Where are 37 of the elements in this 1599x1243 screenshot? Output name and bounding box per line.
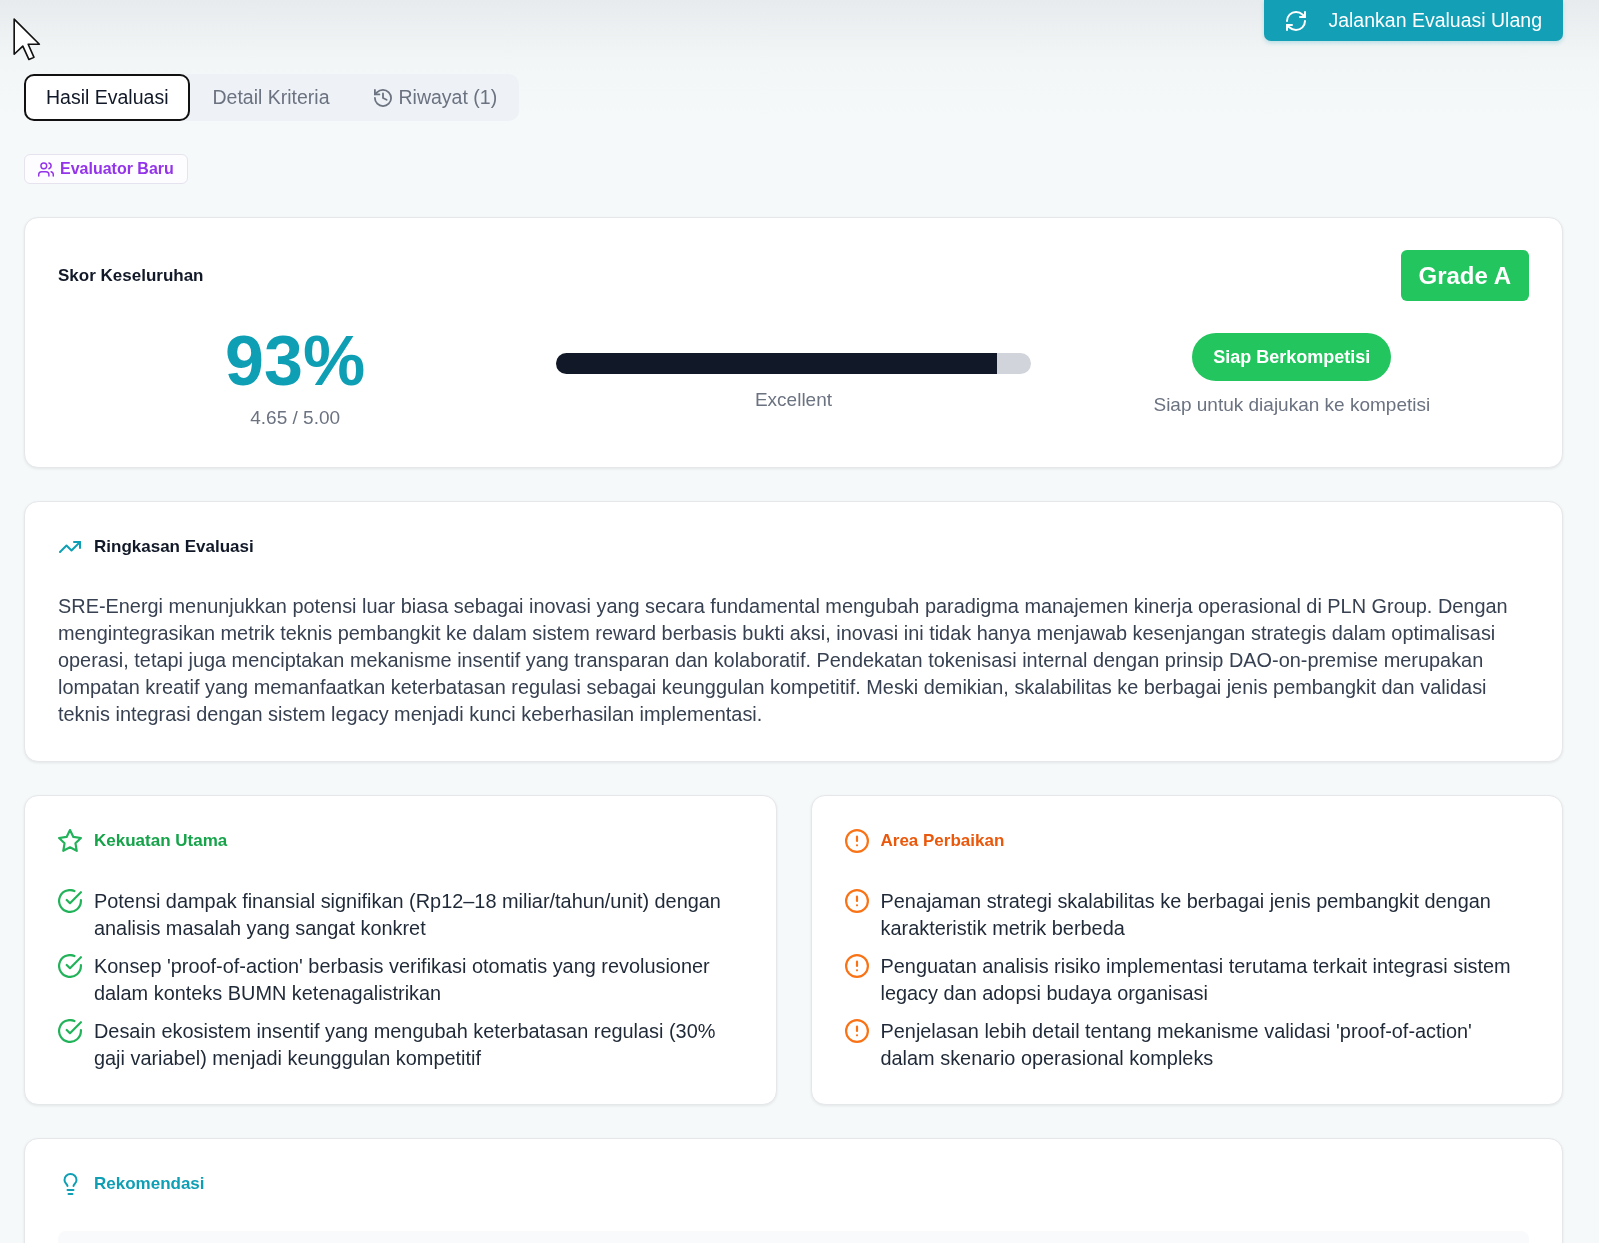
improvement-text: Penguatan analisis risiko implementasi terutama terkait integrasi sistem legacy dan adopsi budaya organisasi (880, 954, 1512, 1006)
summary-text: SRE-Energi menunjukkan potensi luar biasa sebagai inovasi yang secara fundamental mengubah paradigma manajemen kinerja operasional di PLN Group. Dengan mengintegrasikan metrik teknis pembangkit ke dalam sistem reward berbasis bukti aksi, inovasi ini tidak hanya menjawab kesenjangan strategis dalam optimalisasi operasi, tetapi juga menciptakan mekanisme insentif yang transparan dan kolaboratif. Pendekatan tokenisasi internal dengan prinsip DAO-on-premise merupakan lompatan kreatif yang memanfaatkan keterbatasan regulasi sebagai keunggulan kompetitif. Meski demikian, skalabilitas ke berbagai jenis pembangkit dan validasi teknis integrasi dengan sistem legacy menjadi kunci keberhasilan implementasi. (58, 594, 1509, 727)
refresh-icon (1286, 10, 1307, 31)
tab[interactable]: Riwayat (1) (351, 74, 520, 121)
tab[interactable]: Detail Kriteria (190, 74, 352, 121)
check-circle-icon (58, 1019, 82, 1043)
strength-text: Potensi dampak finansial signifikan (Rp12–18 miliar/tahun/unit) dengan analisis masalah yang sangat konkret (94, 889, 722, 941)
alert-circle-icon (844, 889, 869, 913)
cursor-icon (13, 18, 41, 61)
trending-up-icon (58, 541, 82, 553)
rerun-evaluation-button[interactable]: Jalankan Evaluasi Ulang (1264, 0, 1563, 41)
lightbulb-icon (63, 1173, 78, 1195)
improvement-text: Penjelasan lebih detail tentang mekanisme validasi 'proof-of-action' dalam skenario operasional kompleks (880, 1019, 1473, 1071)
improvement-text: Penajaman strategi skalabilitas ke berbagai jenis pembangkit dengan karakteristik metrik berbeda (880, 889, 1492, 941)
score-points: 4.65 / 5.00 (250, 406, 341, 430)
history-icon (373, 88, 392, 107)
alert-circle-icon (844, 954, 869, 978)
summary-title: Ringkasan Evaluasi (94, 537, 254, 557)
strength-text: Desain ekosistem insentif yang mengubah keterbatasan regulasi (30% gaji variabel) menjadi keunggulan kompetitif (94, 1019, 717, 1071)
check-circle-icon (58, 954, 82, 978)
evaluator-label: Evaluator Baru (60, 160, 174, 178)
alert-circle-icon (844, 829, 869, 853)
improvements-title: Area Perbaikan (880, 831, 1005, 851)
score-percentage: 93% (225, 326, 366, 396)
strength-text: Konsep 'proof-of-action' berbasis verifikasi otomatis yang revolusioner dalam konteks BUMN ketenagalistrikan (94, 954, 711, 1006)
score-title: Skor Keseluruhan (58, 265, 204, 286)
tab[interactable]: Hasil Evaluasi (24, 74, 191, 121)
grade-badge: Grade A (1400, 250, 1529, 301)
users-icon (38, 161, 54, 177)
star-icon (58, 829, 82, 853)
status-note: Siap untuk diajukan ke kompetisi (1153, 393, 1431, 417)
recommendations-title: Rekomendasi (94, 1174, 205, 1194)
strengths-title: Kekuatan Utama (94, 831, 228, 851)
rating-label: Excellent (753, 387, 834, 412)
status-pill: Siap Berkompetisi (1192, 333, 1392, 381)
alert-circle-icon (844, 1019, 869, 1043)
check-circle-icon (58, 889, 82, 913)
